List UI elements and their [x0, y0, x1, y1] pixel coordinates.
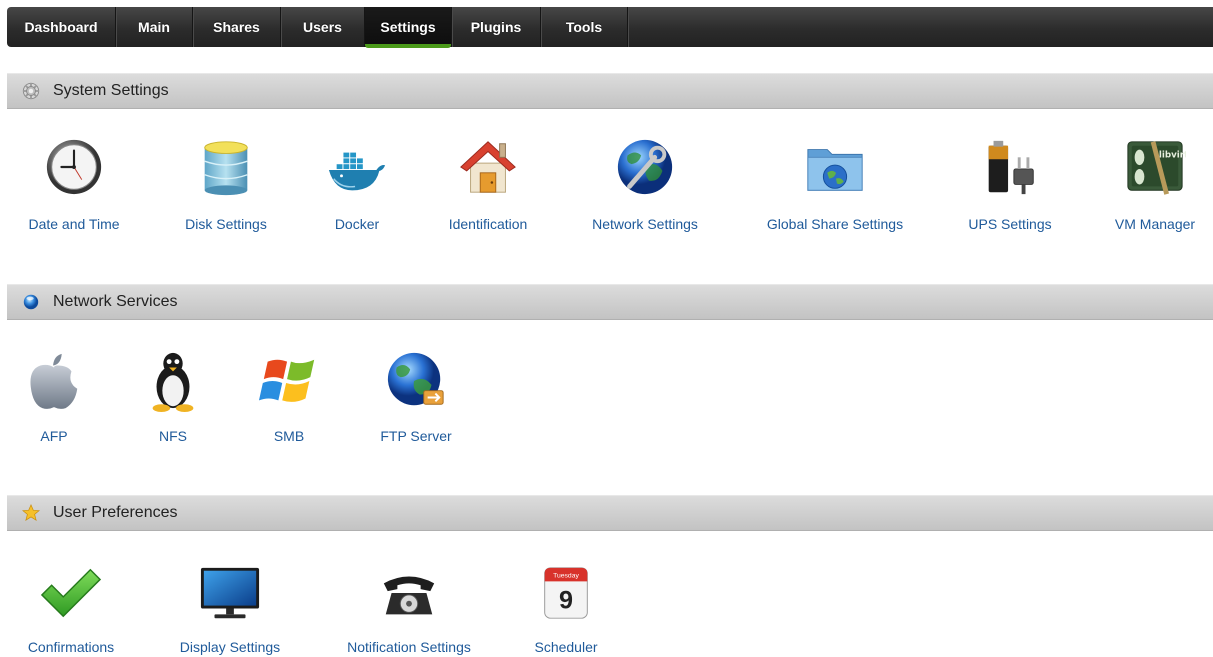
main-nav: Dashboard Main Shares Users Settings Plu…	[7, 7, 1213, 48]
globe-wrench-icon	[617, 139, 673, 195]
blue-orb-icon	[23, 294, 39, 310]
section-title: User Preferences	[53, 504, 178, 521]
clock-icon	[46, 139, 102, 195]
item-label: FTP Server	[380, 428, 452, 444]
apple-icon	[30, 353, 78, 409]
windows-flag-icon	[258, 359, 315, 402]
section-header-system-settings: System Settings	[7, 73, 1213, 109]
svg-text:libvirt: libvirt	[1159, 150, 1186, 160]
item-label: Docker	[334, 216, 380, 232]
tab-tools[interactable]: Tools	[541, 7, 628, 47]
section-header-network-services: Network Services	[7, 284, 1213, 320]
item-label: UPS Settings	[968, 216, 1052, 232]
item-label: Date and Time	[28, 216, 120, 232]
tab-users[interactable]: Users	[281, 7, 365, 47]
globe-folder-icon	[807, 149, 863, 191]
item-label: SMB	[273, 428, 305, 444]
telephone-icon	[383, 576, 435, 615]
section-title: System Settings	[53, 82, 169, 99]
calendar-icon: Tuesday 9	[544, 567, 588, 619]
item-label: Display Settings	[179, 639, 281, 655]
item-label: Disk Settings	[185, 216, 267, 232]
item-label: Confirmations	[27, 639, 115, 655]
svg-text:9: 9	[559, 587, 573, 615]
item-label: Scheduler	[534, 639, 598, 655]
item-label: VM Manager	[1114, 216, 1196, 232]
svg-text:Tuesday: Tuesday	[553, 573, 579, 580]
item-label: Notification Settings	[347, 639, 471, 655]
item-label: NFS	[159, 428, 187, 444]
gear-icon	[22, 82, 40, 100]
tab-settings[interactable]: Settings	[365, 7, 452, 48]
tab-main[interactable]: Main	[116, 7, 193, 47]
item-label: AFP	[40, 428, 68, 444]
penguin-icon	[152, 352, 194, 412]
monitor-icon	[200, 567, 260, 619]
house-icon	[460, 141, 516, 193]
libvirt-icon: libvirt	[1127, 141, 1186, 195]
section-header-user-preferences: User Preferences	[7, 495, 1213, 531]
item-label: Network Settings	[592, 216, 698, 232]
checkmark-icon	[40, 568, 102, 618]
globe-transfer-icon	[387, 352, 444, 406]
item-label: Identification	[448, 216, 528, 232]
section-title: Network Services	[53, 293, 178, 310]
tab-dashboard[interactable]: Dashboard	[7, 7, 116, 47]
disk-stack-icon	[204, 141, 248, 196]
item-label: Global Share Settings	[766, 216, 904, 232]
battery-plug-icon	[988, 140, 1034, 195]
star-icon	[22, 504, 40, 521]
tab-plugins[interactable]: Plugins	[452, 7, 541, 47]
tab-shares[interactable]: Shares	[193, 7, 281, 47]
docker-whale-icon	[328, 152, 386, 191]
